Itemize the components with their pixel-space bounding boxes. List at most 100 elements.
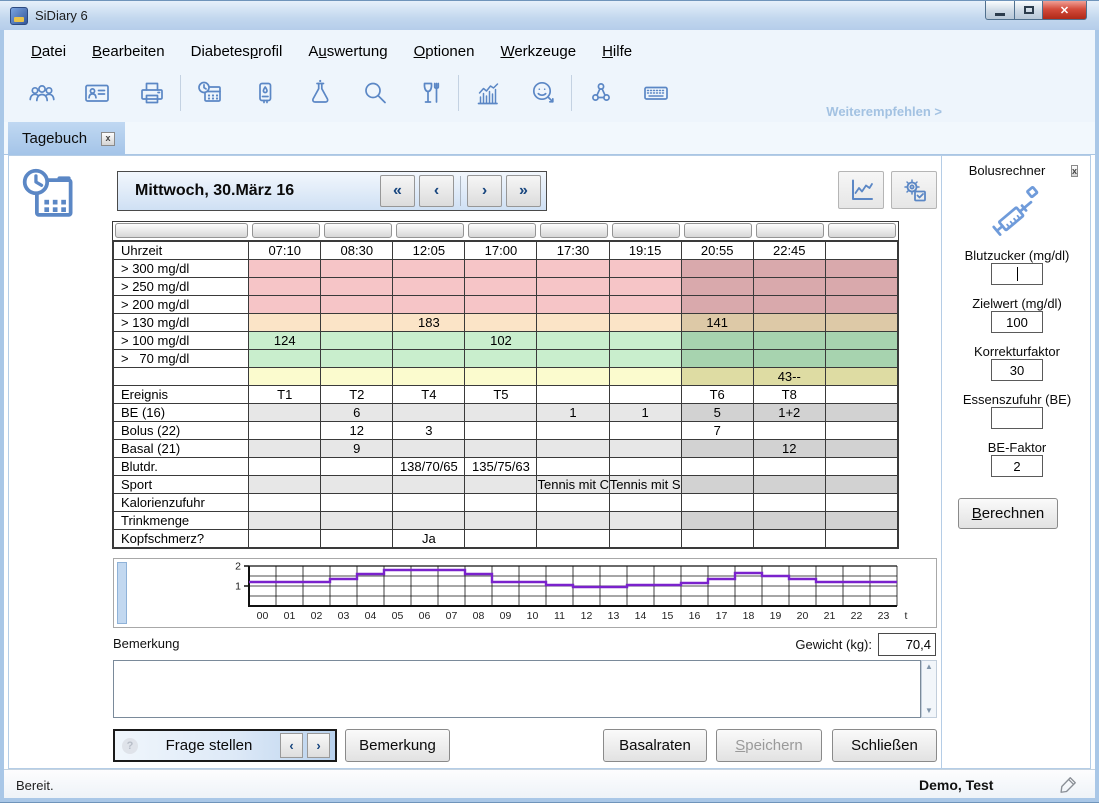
diary-cell[interactable] [321,368,393,386]
diary-cell[interactable] [825,332,897,350]
diary-cell[interactable]: 17:00 [465,242,537,260]
diary-cell[interactable] [825,314,897,332]
recommend-link[interactable]: Weiterempfehlen > [826,104,942,119]
diary-cell[interactable] [825,494,897,512]
diary-cell[interactable] [465,530,537,548]
diary-cell[interactable] [321,278,393,296]
diary-cell[interactable] [249,494,321,512]
maximize-button[interactable] [1015,1,1043,20]
diary-cell[interactable] [681,368,753,386]
diary-cell[interactable] [609,332,681,350]
tab-close-icon[interactable]: x [101,132,115,146]
scroll-down-icon[interactable]: ▼ [925,707,933,715]
zielwert-input[interactable] [991,311,1043,333]
column-header-button[interactable] [324,223,392,238]
bolus-panel-close-button[interactable]: x [1071,161,1078,179]
diary-cell[interactable] [609,530,681,548]
diary-cell[interactable]: 1+2 [753,404,825,422]
diary-cell[interactable] [465,368,537,386]
column-header-button[interactable] [252,223,320,238]
diary-cell[interactable] [321,512,393,530]
chart-grip-handle[interactable] [117,562,127,624]
diary-cell[interactable]: T5 [465,386,537,404]
diary-cell[interactable] [825,458,897,476]
diary-cell[interactable] [609,260,681,278]
diary-cell[interactable] [393,296,465,314]
save-button[interactable]: Speichern [716,729,822,762]
diary-cell[interactable]: Ja [393,530,465,548]
diary-cell[interactable] [825,296,897,314]
minimize-button[interactable] [985,1,1015,20]
diary-cell[interactable] [465,512,537,530]
diary-cell[interactable]: 135/75/63 [465,458,537,476]
diary-cell[interactable] [249,422,321,440]
toolbar-nutrition-button[interactable] [402,71,457,115]
toolbar-keyboard-button[interactable] [628,71,683,115]
diary-cell[interactable] [537,314,609,332]
diary-cell[interactable] [321,530,393,548]
diary-cell[interactable] [249,440,321,458]
diary-cell[interactable] [681,296,753,314]
diary-cell[interactable] [537,332,609,350]
diary-cell[interactable] [753,260,825,278]
diary-cell[interactable] [753,476,825,494]
toolbar-lab-button[interactable] [292,71,347,115]
diary-cell[interactable] [753,350,825,368]
diary-cell[interactable] [753,422,825,440]
diary-cell[interactable]: 6 [321,404,393,422]
diary-cell[interactable] [609,494,681,512]
diary-cell[interactable]: 3 [393,422,465,440]
column-header-button[interactable] [396,223,464,238]
diary-cell[interactable] [681,494,753,512]
toolbar-profile-button[interactable] [69,71,124,115]
column-header-button[interactable] [115,223,248,238]
diary-cell[interactable]: T6 [681,386,753,404]
toolbar-share-button[interactable] [573,71,628,115]
diary-cell[interactable]: T2 [321,386,393,404]
tab-tagebuch[interactable]: Tagebuch x [8,122,125,155]
diary-cell[interactable]: 1 [609,404,681,422]
diary-cell[interactable] [249,278,321,296]
menu-datei[interactable]: Datei [18,40,79,63]
diary-cell[interactable] [465,494,537,512]
menu-bearbeiten[interactable]: Bearbeiten [79,40,178,63]
diary-cell[interactable] [825,530,897,548]
menu-auswertung[interactable]: Auswertung [295,40,400,63]
diary-cell[interactable] [321,458,393,476]
diary-cell[interactable] [825,368,897,386]
day-settings-button[interactable] [891,171,937,209]
diary-cell[interactable] [465,440,537,458]
menu-hilfe[interactable]: Hilfe [589,40,645,63]
diary-cell[interactable] [681,332,753,350]
diary-cell[interactable]: 12 [321,422,393,440]
diary-cell[interactable] [249,260,321,278]
diary-cell[interactable]: T8 [753,386,825,404]
diary-cell[interactable]: Tennis mit S [609,476,681,494]
diary-cell[interactable] [249,350,321,368]
diary-cell[interactable]: 43-- [753,368,825,386]
diary-cell[interactable] [249,368,321,386]
column-header-button[interactable] [828,223,896,238]
diary-cell[interactable] [825,350,897,368]
diary-cell[interactable] [249,476,321,494]
diary-cell[interactable]: 12:05 [393,242,465,260]
diary-cell[interactable]: T4 [393,386,465,404]
column-header-button[interactable] [756,223,824,238]
menu-werkzeuge[interactable]: Werkzeuge [487,40,589,63]
weight-input[interactable]: 70,4 [878,633,936,656]
diary-cell[interactable]: 07:10 [249,242,321,260]
diary-cell[interactable] [321,350,393,368]
column-header-button[interactable] [468,223,536,238]
column-header-button[interactable] [540,223,608,238]
diary-cell[interactable] [537,386,609,404]
diary-cell[interactable] [537,494,609,512]
close-day-button[interactable]: Schließen [832,729,937,762]
diary-cell[interactable] [825,278,897,296]
diary-cell[interactable] [393,476,465,494]
diary-cell[interactable] [249,458,321,476]
diary-cell[interactable] [753,530,825,548]
diary-cell[interactable]: 5 [681,404,753,422]
diary-cell[interactable] [609,314,681,332]
toolbar-meter-button[interactable] [237,71,292,115]
prev-week-button[interactable]: « [380,175,415,207]
